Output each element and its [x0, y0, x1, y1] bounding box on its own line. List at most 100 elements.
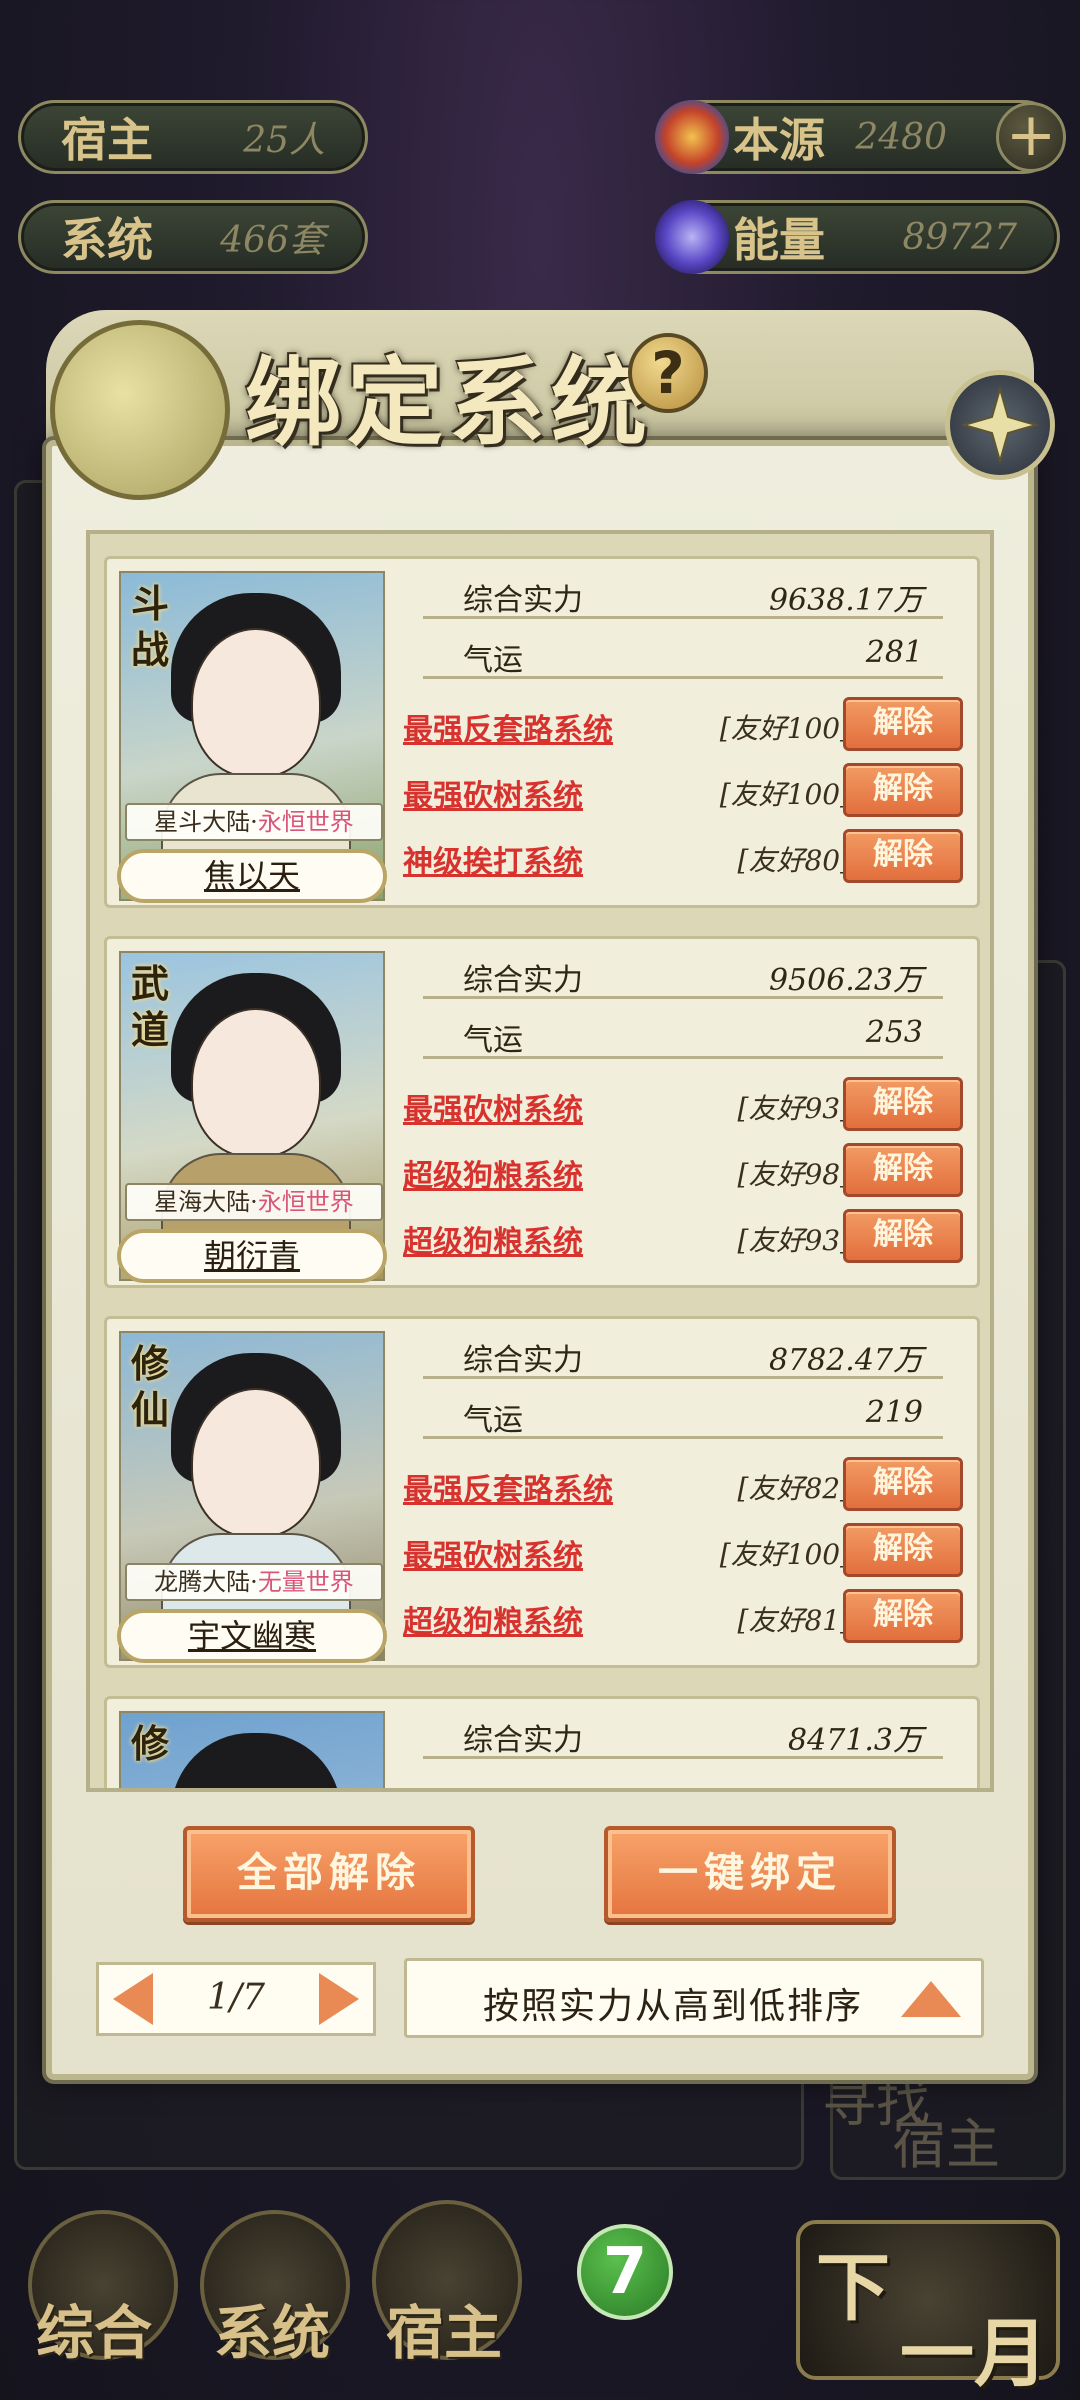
- sect-label: 斗战: [131, 581, 170, 672]
- luck-stat: 气运 219: [403, 1387, 963, 1441]
- unbind-button[interactable]: 解除: [843, 1209, 963, 1263]
- unbind-button[interactable]: 解除: [843, 1077, 963, 1131]
- system-favor: [友好100]: [719, 712, 851, 745]
- bound-system-row: 超级狗粮系统 [友好98] 解除: [403, 1143, 973, 1203]
- luck-stat: 气运 253: [403, 1007, 963, 1061]
- close-button[interactable]: [945, 370, 1055, 480]
- unbind-button[interactable]: 解除: [843, 1143, 963, 1197]
- power-value: 9638.17万: [768, 583, 923, 618]
- unbind-button[interactable]: 解除: [843, 1523, 963, 1577]
- stat-divider: [423, 1056, 943, 1059]
- globe-emblem-icon: [50, 320, 230, 500]
- system-name-link[interactable]: 超级狗粮系统: [403, 1597, 583, 1641]
- nav-system[interactable]: 系统: [214, 2286, 330, 2370]
- host-card: 修仙 龙腾大陆·无量世界 宇文幽寒 综合实力 8782.47万 气运 219 最…: [104, 1316, 980, 1668]
- origin-label: 龙腾大陆·无量世界: [125, 1563, 383, 1601]
- portrait-face: [191, 1388, 321, 1538]
- stat-divider: [423, 1756, 943, 1759]
- system-favor: [友好98]: [737, 1158, 851, 1191]
- origin-realm: 无量世界: [257, 1568, 354, 1596]
- unbind-button[interactable]: 解除: [843, 697, 963, 751]
- origin-orb-icon: [655, 100, 729, 174]
- bound-system-row: 最强砍树系统 [友好100] 解除: [403, 763, 973, 823]
- host-list[interactable]: 斗战 星斗大陆·永恒世界 焦以天 综合实力 9638.17万 气运 281 最强…: [86, 530, 994, 1792]
- sort-toggle-icon[interactable]: [901, 1981, 961, 2017]
- host-card: 武道 星海大陆·永恒世界 朝衍青 综合实力 9506.23万 气运 253 最强…: [104, 936, 980, 1288]
- host-name[interactable]: 宇文幽寒: [117, 1609, 387, 1663]
- system-name-link[interactable]: 最强反套路系统: [403, 705, 613, 749]
- host-count-pill: 宿主 25人: [18, 100, 368, 174]
- luck-label: 气运: [463, 643, 523, 678]
- next-month-button[interactable]: 下 一月: [796, 2220, 1060, 2397]
- next-page-icon[interactable]: [319, 1973, 359, 2025]
- origin-label: 星斗大陆·永恒世界: [125, 803, 383, 841]
- next-month-label-2: 一月: [900, 2311, 1048, 2397]
- bound-system-row: 最强反套路系统 [友好82] 解除: [403, 1457, 973, 1517]
- host-name[interactable]: 朝衍青: [117, 1229, 387, 1283]
- stat-divider: [423, 616, 943, 619]
- origin-realm: 永恒世界: [257, 1188, 354, 1216]
- energy-value: 89727: [902, 216, 1017, 258]
- help-button[interactable]: ?: [628, 333, 708, 413]
- host-name[interactable]: 焦以天: [117, 849, 387, 903]
- luck-stat: 气运 281: [403, 627, 963, 681]
- unbind-button[interactable]: 解除: [843, 763, 963, 817]
- add-origin-button[interactable]: +: [996, 102, 1066, 172]
- power-value: 8471.3万: [788, 1723, 923, 1758]
- power-stat: 综合实力 8471.3万: [403, 1707, 963, 1761]
- stat-divider: [423, 1436, 943, 1439]
- host-label: 宿主: [61, 113, 153, 167]
- host-card: 斗战 星斗大陆·永恒世界 焦以天 综合实力 9638.17万 气运 281 最强…: [104, 556, 980, 908]
- power-value: 8782.47万: [768, 1343, 923, 1378]
- origin-realm: 永恒世界: [257, 808, 354, 836]
- day-counter-badge[interactable]: 7: [577, 2224, 673, 2320]
- bound-system-row: 最强砍树系统 [友好93] 解除: [403, 1077, 973, 1137]
- power-label: 综合实力: [463, 1343, 583, 1378]
- unbind-button[interactable]: 解除: [843, 1589, 963, 1643]
- unbind-button[interactable]: 解除: [843, 829, 963, 883]
- find-host-label-2: 宿主: [892, 2113, 1000, 2176]
- power-label: 综合实力: [463, 583, 583, 618]
- energy-orb-icon: [655, 200, 729, 274]
- nav-overview[interactable]: 综合: [36, 2286, 152, 2370]
- luck-label: 气运: [463, 1403, 523, 1438]
- system-name-link[interactable]: 最强反套路系统: [403, 1465, 613, 1509]
- nav-host[interactable]: 宿主: [386, 2286, 502, 2370]
- unbind-all-button[interactable]: 全部解除: [183, 1826, 475, 1922]
- power-stat: 综合实力 9506.23万: [403, 947, 963, 1001]
- host-value: 25人: [243, 120, 325, 161]
- system-name-link[interactable]: 最强砍树系统: [403, 771, 583, 815]
- system-name-link[interactable]: 超级狗粮系统: [403, 1151, 583, 1195]
- system-favor: [友好100]: [719, 1538, 851, 1571]
- bound-system-row: 超级狗粮系统 [友好81] 解除: [403, 1589, 973, 1649]
- system-favor: [友好93]: [737, 1224, 851, 1257]
- origin-land: 星海大陆·: [154, 1188, 258, 1216]
- power-label: 综合实力: [463, 963, 583, 998]
- power-label: 综合实力: [463, 1723, 583, 1758]
- origin-label: 本源: [733, 113, 825, 167]
- system-favor: [友好100]: [719, 778, 851, 811]
- luck-value: 253: [865, 1015, 923, 1050]
- system-name-link[interactable]: 超级狗粮系统: [403, 1217, 583, 1261]
- system-name-link[interactable]: 最强砍树系统: [403, 1085, 583, 1129]
- system-name-link[interactable]: 神级挨打系统: [403, 837, 583, 881]
- origin-land: 星斗大陆·: [154, 808, 258, 836]
- modal-title: 绑定系统: [245, 346, 653, 459]
- origin-land: 龙腾大陆·: [154, 1568, 258, 1596]
- power-stat: 综合实力 9638.17万: [403, 567, 963, 621]
- unbind-button[interactable]: 解除: [843, 1457, 963, 1511]
- bound-system-row: 超级狗粮系统 [友好93] 解除: [403, 1209, 973, 1269]
- power-value: 9506.23万: [768, 963, 923, 998]
- bound-system-row: 神级挨打系统 [友好80] 解除: [403, 829, 973, 889]
- system-value: 466套: [220, 220, 325, 261]
- luck-value: 219: [865, 1395, 923, 1430]
- sect-label: 武道: [131, 961, 170, 1052]
- sort-dropdown[interactable]: 按照实力从高到低排序: [404, 1958, 984, 2038]
- sect-label: 修: [131, 1721, 170, 1766]
- luck-label: 气运: [463, 1023, 523, 1058]
- power-stat: 综合实力 8782.47万: [403, 1327, 963, 1381]
- one-click-bind-button[interactable]: 一键绑定: [604, 1826, 896, 1922]
- system-name-link[interactable]: 最强砍树系统: [403, 1531, 583, 1575]
- origin-label: 星海大陆·永恒世界: [125, 1183, 383, 1221]
- next-month-label-1: 下: [816, 2245, 890, 2331]
